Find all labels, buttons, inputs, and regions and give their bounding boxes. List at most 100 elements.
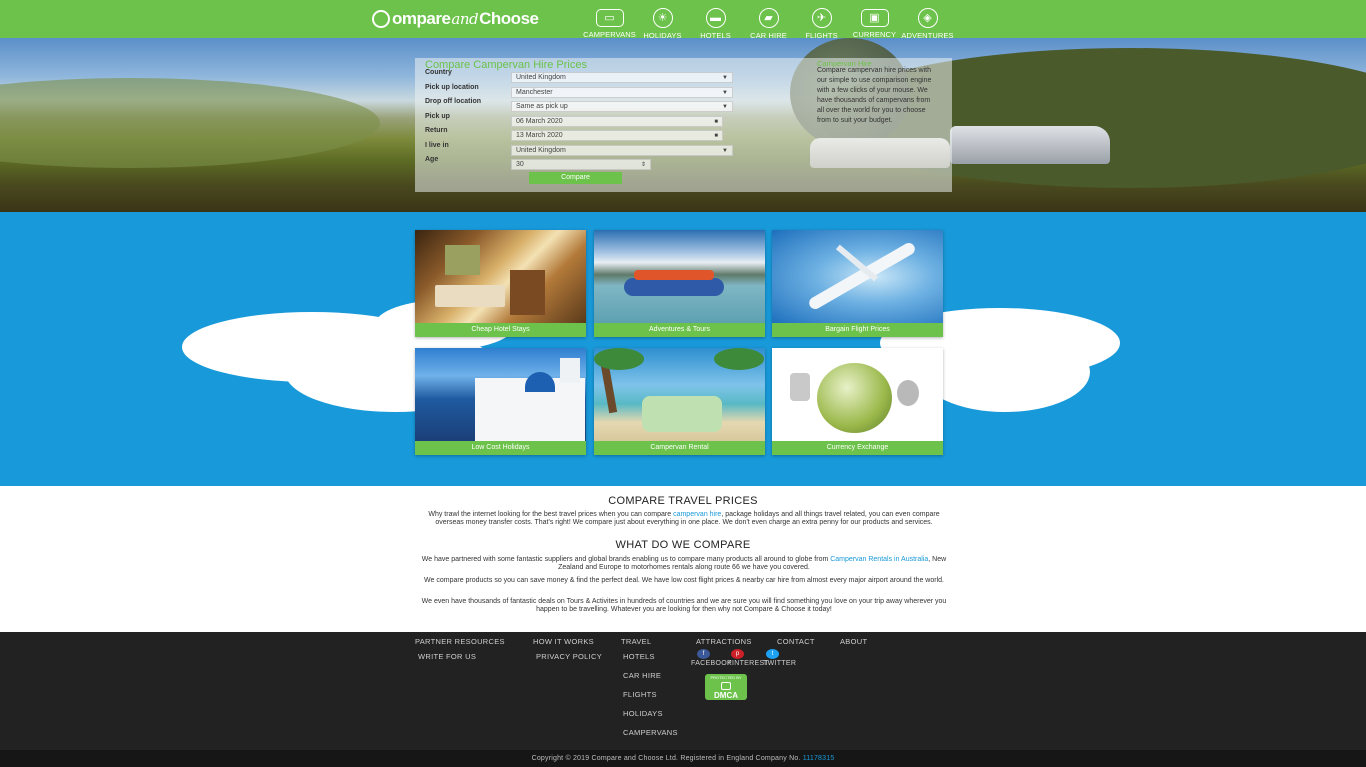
date-value: 13 March 2020 [516, 132, 563, 139]
nav-car-hire[interactable]: ▰ CAR HIRE [742, 8, 795, 40]
tile-holiday-image [415, 348, 586, 441]
savings-paragraph: We compare products so you can save mone… [424, 577, 944, 584]
footer-flights[interactable]: FLIGHTS [623, 690, 657, 699]
field-country: Country United Kingdom ▼ [425, 69, 733, 83]
calendar-icon: ■ [714, 119, 718, 125]
field-label: Pick up [425, 113, 450, 120]
tile-caption: Low Cost Holidays [415, 441, 586, 455]
calendar-icon: ■ [714, 133, 718, 139]
footer-car-hire[interactable]: CAR HIRE [623, 671, 661, 680]
footer-travel-heading[interactable]: TRAVEL [621, 637, 651, 646]
tile-hotels[interactable]: Cheap Hotel Stays [415, 230, 586, 337]
facebook-icon[interactable]: f [697, 649, 710, 659]
tile-hotel-image [415, 230, 586, 323]
tile-currency-image [772, 348, 943, 441]
twitter-link[interactable]: TWITTER [763, 660, 796, 667]
spinner-icon: ⇕ [640, 162, 646, 168]
tile-campervans[interactable]: Campervan Rental [594, 348, 765, 455]
copyright-bar: Copyright © 2019 Compare and Choose Ltd.… [0, 750, 1366, 767]
tile-campervan-image [594, 348, 765, 441]
tours-paragraph: We even have thousands of fantastic deal… [421, 598, 947, 613]
footer-attractions[interactable]: ATTRACTIONS [696, 637, 752, 646]
tile-currency[interactable]: Currency Exchange [772, 348, 943, 455]
tile-caption: Bargain Flight Prices [772, 323, 943, 337]
date-value: 06 March 2020 [516, 118, 563, 125]
footer-write-for-us[interactable]: WRITE FOR US [418, 652, 476, 661]
residence-select[interactable]: United Kingdom ▼ [511, 145, 733, 156]
promo-text: Compare campervan hire prices with our s… [817, 67, 932, 124]
logo-c-icon [372, 10, 390, 28]
chevron-down-icon: ▼ [722, 75, 728, 81]
footer-contact[interactable]: CONTACT [777, 637, 815, 646]
company-number-link[interactable]: 11178315 [803, 755, 835, 762]
footer-partner-resources[interactable]: PARTNER RESOURCES [415, 637, 505, 646]
content-section: COMPARE TRAVEL PRICES Why trawl the inte… [0, 486, 1366, 632]
dmca-text: DMCA [714, 691, 738, 700]
dropoff-location-select[interactable]: Same as pick up ▼ [511, 101, 733, 112]
pickup-location-select[interactable]: Manchester ▼ [511, 87, 733, 98]
header: ompare and Choose ▭ CAMPERVANS ☀ HOLIDAYS … [0, 0, 1366, 40]
compass-icon: ◈ [917, 8, 938, 28]
facebook-link[interactable]: FACEBOOK [691, 660, 732, 667]
nav-currency[interactable]: ▣ CURRENCY [848, 9, 901, 40]
nav-campervans[interactable]: ▭ CAMPERVANS [583, 9, 636, 40]
lock-icon [721, 682, 731, 690]
dmca-top-text: PROTECTED BY [710, 675, 742, 680]
search-panel: Compare Campervan Hire Prices Country Un… [415, 58, 952, 192]
select-value: United Kingdom [516, 147, 566, 154]
field-return-date: Return 13 March 2020 ■ [425, 127, 725, 141]
chevron-down-icon: ▼ [722, 90, 728, 96]
nav-holidays[interactable]: ☀ HOLIDAYS [636, 8, 689, 40]
tile-flights[interactable]: Bargain Flight Prices [772, 230, 943, 337]
footer-about[interactable]: ABOUT [840, 637, 867, 646]
footer: PARTNER RESOURCES WRITE FOR US HOW IT WO… [0, 632, 1366, 750]
field-label: Pick up location [425, 84, 479, 91]
car-icon: ▰ [758, 8, 779, 28]
tile-adventures[interactable]: Adventures & Tours [594, 230, 765, 337]
footer-campervans[interactable]: CAMPERVANS [623, 728, 678, 737]
tile-caption: Cheap Hotel Stays [415, 323, 586, 337]
campervan-icon: ▭ [595, 9, 624, 27]
country-select[interactable]: United Kingdom ▼ [511, 72, 733, 83]
chevron-down-icon: ▼ [722, 104, 728, 110]
logo-text-1: ompare [392, 9, 451, 28]
site-logo[interactable]: ompare and Choose [372, 8, 539, 30]
banknote-icon: ▣ [860, 9, 889, 27]
cloud-shape [920, 332, 1090, 412]
field-pickup-location: Pick up location Manchester ▼ [425, 84, 733, 98]
tile-flight-image [772, 230, 943, 323]
field-label: Return [425, 127, 448, 134]
bed-icon: ▬ [705, 8, 726, 28]
return-date-input[interactable]: 13 March 2020 ■ [511, 130, 723, 141]
footer-holidays[interactable]: HOLIDAYS [623, 709, 663, 718]
field-label: Age [425, 156, 439, 163]
select-value: Manchester [516, 89, 553, 96]
twitter-icon[interactable]: t [766, 649, 779, 659]
select-value: United Kingdom [516, 74, 566, 81]
footer-privacy-policy[interactable]: PRIVACY POLICY [536, 652, 602, 661]
nav-hotels[interactable]: ▬ HOTELS [689, 8, 742, 40]
plane-icon: ✈ [811, 8, 832, 28]
tile-holidays[interactable]: Low Cost Holidays [415, 348, 586, 455]
pickup-date-input[interactable]: 06 March 2020 ■ [511, 116, 723, 127]
chevron-down-icon: ▼ [722, 148, 728, 154]
compare-button[interactable]: Compare [529, 172, 622, 184]
what-we-compare-heading: WHAT DO WE COMPARE [615, 539, 751, 551]
tile-caption: Campervan Rental [594, 441, 765, 455]
logo-text-and: and [451, 10, 479, 28]
nav-flights[interactable]: ✈ FLIGHTS [795, 8, 848, 40]
australia-rentals-link[interactable]: Campervan Rentals in Australia [830, 556, 928, 563]
footer-how-it-works[interactable]: HOW IT WORKS [533, 637, 594, 646]
dmca-badge[interactable]: PROTECTED BY DMCA [705, 674, 747, 700]
sun-icon: ☀ [652, 8, 673, 28]
age-input[interactable]: 30 ⇕ [511, 159, 651, 170]
field-dropoff-location: Drop off location Same as pick up ▼ [425, 98, 733, 112]
select-value: Same as pick up [516, 103, 568, 110]
intro-paragraph: Why trawl the internet looking for the b… [416, 511, 952, 526]
footer-hotels[interactable]: HOTELS [623, 652, 655, 661]
nav-adventures[interactable]: ◈ ADVENTURES [901, 8, 954, 40]
campervan-hire-link[interactable]: campervan hire [673, 511, 721, 518]
field-label: Drop off location [425, 98, 481, 105]
pinterest-icon[interactable]: p [731, 649, 744, 659]
hero-hill [0, 78, 380, 168]
